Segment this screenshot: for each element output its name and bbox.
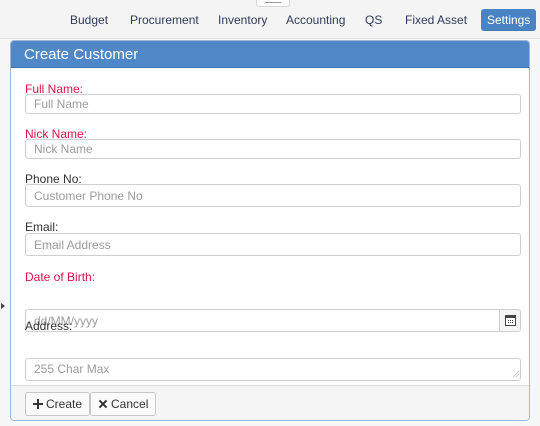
create-customer-modal: Create Customer Full Name: Nick Name: Ph… [10,40,530,421]
modal-body: Full Name: Nick Name: Phone No: Email: D… [11,68,529,385]
nav-item-budget[interactable]: Budget [70,9,108,31]
email-input[interactable] [25,233,521,256]
nav-item-fixed-asset[interactable]: Fixed Asset [405,9,467,31]
modal-title: Create Customer [24,46,139,63]
cancel-button-label: Cancel [111,397,149,411]
app-page: Budget Procurement Inventory Accounting … [0,0,540,426]
calendar-icon [505,315,516,326]
nav-item-accounting[interactable]: Accounting [286,9,345,31]
textarea-resize-icon[interactable] [513,371,519,377]
modal-footer: Create Cancel [11,385,529,420]
modal-header: Create Customer [11,41,529,68]
date-of-birth-label: Date of Birth: [25,270,96,284]
top-navigation: Budget Procurement Inventory Accounting … [0,0,540,39]
date-of-birth-input[interactable] [25,309,500,332]
create-button-label: Create [46,397,83,411]
create-button[interactable]: Create [25,392,91,416]
collapse-arrow-icon[interactable] [1,303,5,309]
menu-grip-icon[interactable] [256,0,290,7]
cancel-button[interactable]: Cancel [90,392,157,416]
address-textarea[interactable] [25,358,521,381]
nav-item-procurement[interactable]: Procurement [130,9,199,31]
phone-no-input[interactable] [25,184,521,207]
nav-item-qs[interactable]: QS [365,9,382,31]
nav-item-settings[interactable]: Settings [481,9,537,31]
close-icon [98,399,108,409]
email-label: Email: [25,220,59,234]
nick-name-input[interactable] [25,139,521,159]
nav-item-inventory[interactable]: Inventory [218,9,267,31]
plus-icon [33,399,43,409]
date-of-birth-field [25,309,521,332]
full-name-input[interactable] [25,94,521,114]
date-picker-button[interactable] [499,309,521,332]
address-label: Address: [25,319,73,333]
